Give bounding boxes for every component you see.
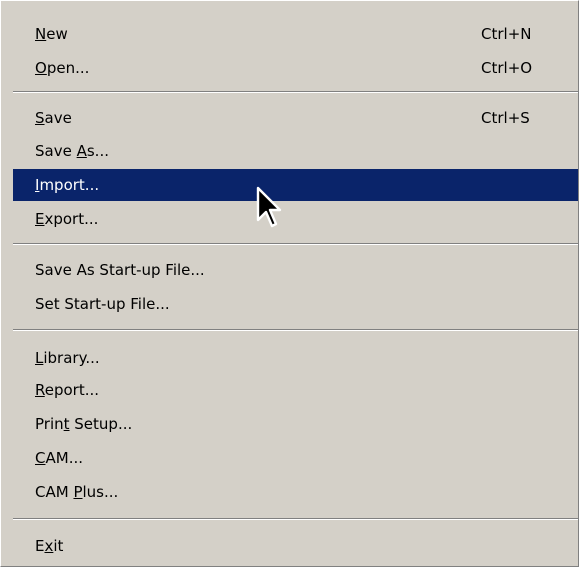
menu-item-save-as-startup-file[interactable]: Save As Start-up File... xyxy=(13,256,578,284)
menu-item-label: CAM... xyxy=(35,449,83,467)
menu-item-shortcut: Ctrl+N xyxy=(481,25,532,43)
menu-item-label: Import... xyxy=(35,176,100,194)
menu-item-label: Save As... xyxy=(35,142,109,160)
menu-item-label: New xyxy=(35,25,68,43)
menu-item-import[interactable]: Import... xyxy=(13,169,578,201)
menu-item-shortcut: Ctrl+O xyxy=(481,59,533,77)
menu-separator xyxy=(13,91,578,93)
menu-item-new[interactable]: New Ctrl+N xyxy=(13,20,578,48)
menu-item-label: Open... xyxy=(35,59,90,77)
menu-item-label: Library... xyxy=(35,349,100,367)
menu-item-open[interactable]: Open... Ctrl+O xyxy=(13,54,578,82)
menu-separator xyxy=(13,329,578,331)
menu-separator xyxy=(13,518,578,520)
menu-separator xyxy=(13,243,578,245)
menu-item-label: CAM Plus... xyxy=(35,483,119,501)
menu-item-label: Save xyxy=(35,109,72,127)
menu-item-report[interactable]: Report... xyxy=(13,376,578,404)
menu-item-cam[interactable]: CAM... xyxy=(13,444,578,472)
menu-item-shortcut: Ctrl+S xyxy=(481,109,530,127)
menu-item-print-setup[interactable]: Print Setup... xyxy=(13,410,578,438)
menu-item-label: Save As Start-up File... xyxy=(35,261,205,279)
menu-item-exit[interactable]: Exit xyxy=(13,532,578,560)
menu-item-set-startup-file[interactable]: Set Start-up File... xyxy=(13,290,578,318)
menu-item-export[interactable]: Export... xyxy=(13,205,578,233)
menu-item-label: Export... xyxy=(35,210,99,228)
menu-item-save[interactable]: Save Ctrl+S xyxy=(13,104,578,132)
menu-item-library[interactable]: Library... xyxy=(13,344,578,372)
menu-item-label: Exit xyxy=(35,537,64,555)
arrow-pointer-icon xyxy=(256,186,288,234)
menu-item-label: Print Setup... xyxy=(35,415,133,433)
menu-item-save-as[interactable]: Save As... xyxy=(13,137,578,165)
menu-item-label: Set Start-up File... xyxy=(35,295,170,313)
menu-item-cam-plus[interactable]: CAM Plus... xyxy=(13,478,578,506)
menu-item-label: Report... xyxy=(35,381,100,399)
file-menu: New Ctrl+N Open... Ctrl+O Save Ctrl+S Sa… xyxy=(0,0,579,567)
